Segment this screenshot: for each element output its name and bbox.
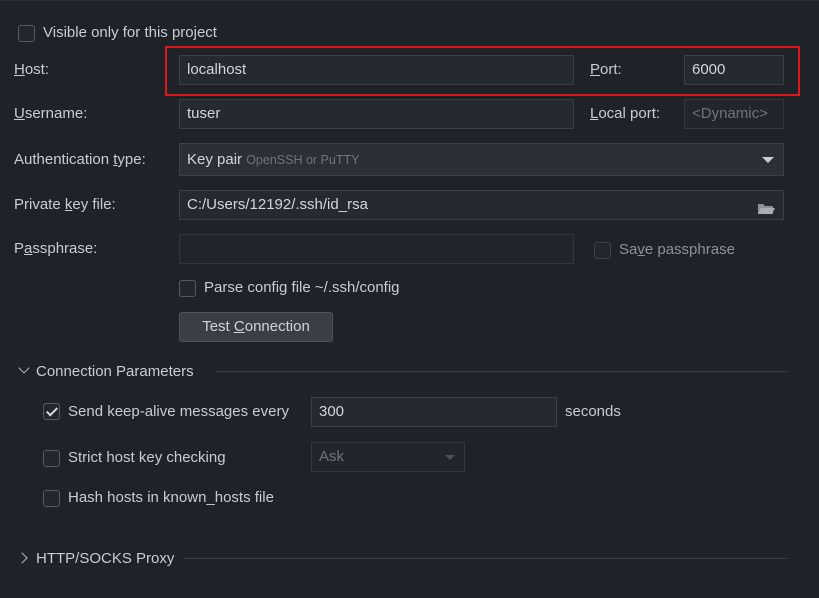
strict-host-label: Strict host key checking [68,449,226,466]
username-input[interactable]: tuser [179,99,574,129]
private-key-input[interactable]: C:/Users/12192/.ssh/id_rsa [179,190,784,220]
strict-host-checkbox[interactable] [43,450,60,467]
auth-type-hint: OpenSSH or PuTTY [246,153,360,167]
strict-host-value: Ask [319,448,345,465]
chevron-down-icon[interactable] [18,362,30,374]
test-connection-button[interactable]: Test Connection [179,312,333,342]
save-passphrase-label: Save passphrase [619,241,735,258]
strict-host-select[interactable]: Ask [311,442,465,472]
auth-type-value: Key pair [187,151,243,168]
private-key-value: C:/Users/12192/.ssh/id_rsa [187,196,368,213]
parse-config-label: Parse config file ~/.ssh/config [204,279,400,296]
keepalive-unit: seconds [565,403,621,420]
host-label: Host: [14,61,50,78]
highlight-box [165,46,800,96]
auth-type-select[interactable]: Key pair OpenSSH or PuTTY [179,143,784,176]
local-port-label: Local port: [590,105,661,122]
private-key-label: Private key file: [14,196,116,213]
keepalive-label: Send keep-alive messages every [68,403,289,420]
passphrase-label: Passphrase: [14,240,98,257]
proxy-title[interactable]: HTTP/SOCKS Proxy [36,550,174,567]
keepalive-input[interactable]: 300 [311,397,557,427]
save-passphrase-checkbox[interactable] [594,242,611,259]
connection-params-separator [215,371,787,372]
username-label: Username: [14,105,88,122]
top-edge [0,0,819,1]
auth-type-label: Authentication type: [14,151,146,168]
visible-only-checkbox[interactable] [18,25,35,42]
visible-only-label: Visible only for this project [43,24,217,41]
local-port-input[interactable]: <Dynamic> [684,99,784,129]
parse-config-checkbox[interactable] [179,280,196,297]
hash-hosts-checkbox[interactable] [43,490,60,507]
passphrase-input[interactable] [179,234,574,264]
proxy-separator [184,558,787,559]
hash-hosts-label: Hash hosts in known_hosts file [68,489,274,506]
folder-icon[interactable] [757,198,775,219]
connection-params-title[interactable]: Connection Parameters [36,363,194,380]
chevron-right-icon[interactable] [16,552,28,564]
chevron-down-icon [445,455,455,460]
keepalive-checkbox[interactable] [43,403,60,420]
chevron-down-icon [762,157,774,163]
